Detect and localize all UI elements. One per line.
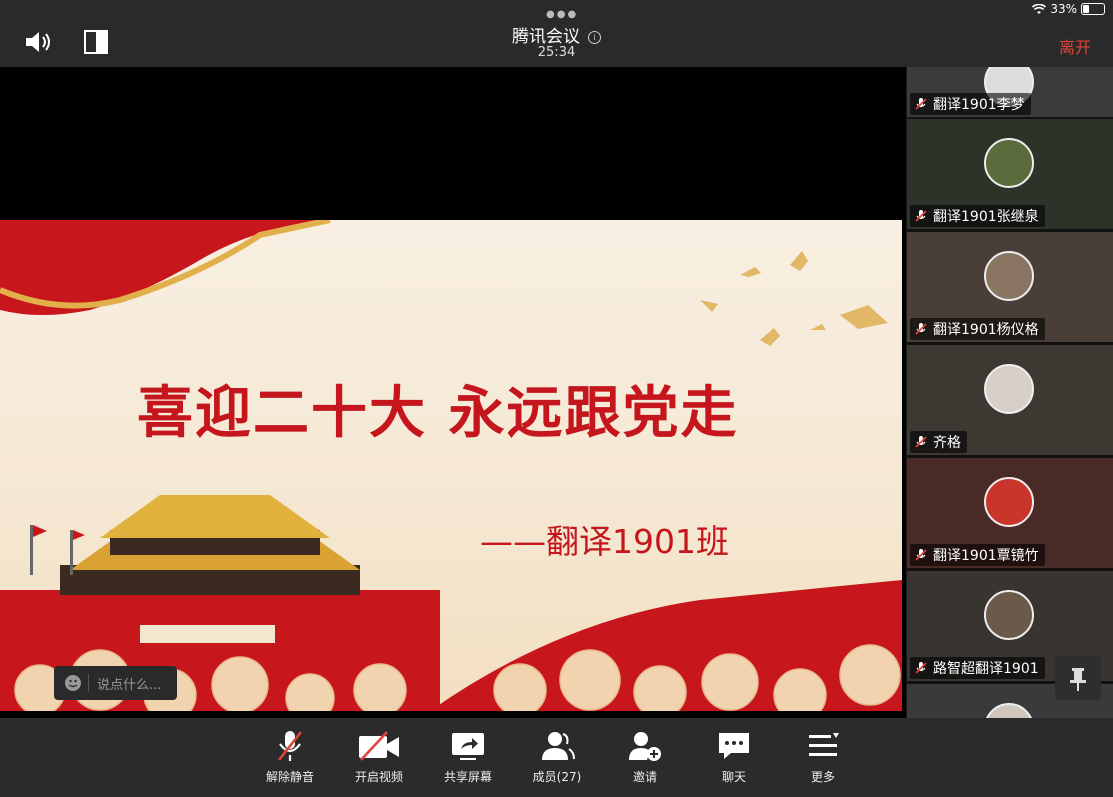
participant-name: 翻译1901杨仪格	[933, 322, 1039, 338]
slide-heading: 喜迎二十大 永远跟党走	[137, 381, 739, 446]
members-label: 成员(27)	[532, 770, 582, 784]
participant-list[interactable]: 翻译1901李梦 翻译1901张继泉 翻译1901杨仪格 齐格 翻译1901覃镜…	[907, 67, 1113, 718]
participant-name: 翻译1901覃镜竹	[933, 548, 1039, 564]
avatar	[984, 251, 1034, 301]
bottom-toolbar: 解除静音 开启视频 共享屏幕 成员(27) 邀请 聊天 更多	[0, 718, 1113, 797]
chat-button[interactable]: 聊天	[694, 728, 774, 785]
more-label: 更多	[810, 770, 835, 784]
participant-label: 齐格	[910, 431, 967, 453]
slide-subtitle: ——翻译1901班	[480, 522, 729, 561]
wifi-icon	[1032, 3, 1047, 14]
unmute-button[interactable]: 解除静音	[250, 728, 330, 785]
participant-name: 齐格	[933, 435, 961, 451]
more-button[interactable]: 更多	[783, 728, 863, 785]
emoji-icon[interactable]	[64, 674, 82, 692]
invite-icon	[629, 732, 661, 761]
participant-name: 翻译1901李梦	[933, 97, 1025, 113]
more-menu-icon	[809, 733, 839, 756]
battery-icon	[1081, 3, 1105, 15]
pin-button[interactable]	[1055, 656, 1101, 700]
participant-tile[interactable]: 翻译1901覃镜竹	[907, 458, 1113, 568]
meeting-timer: 25:34	[537, 45, 576, 60]
avatar	[984, 138, 1034, 188]
chat-label: 聊天	[721, 770, 746, 784]
chat-icon	[719, 733, 749, 759]
participant-tile[interactable]: 齐格	[907, 345, 1113, 455]
muted-mic-icon	[277, 731, 303, 761]
participant-tile[interactable]: 翻译1901李梦	[907, 67, 1113, 117]
members-icon	[542, 732, 575, 760]
start-video-button[interactable]: 开启视频	[339, 728, 419, 785]
muted-mic-icon	[915, 210, 927, 222]
muted-mic-icon	[915, 436, 927, 448]
chat-placeholder: 说点什么...	[97, 677, 162, 693]
invite-label: 邀请	[632, 770, 657, 784]
participant-label: 翻译1901杨仪格	[910, 318, 1045, 340]
video-off-icon	[359, 731, 399, 761]
participant-label: 翻译1901张继泉	[910, 205, 1045, 227]
leave-button[interactable]: 离开	[1059, 34, 1091, 58]
divider	[88, 674, 89, 692]
muted-mic-icon	[915, 549, 927, 561]
share-screen-button[interactable]: 共享屏幕	[428, 728, 508, 785]
meeting-title-text: 腾讯会议	[512, 27, 580, 47]
slide-background-art	[0, 220, 902, 711]
avatar	[984, 364, 1034, 414]
battery-percent: 33%	[1050, 2, 1077, 16]
share-screen-icon	[452, 733, 484, 760]
start-video-label: 开启视频	[354, 770, 403, 784]
share-screen-label: 共享屏幕	[443, 770, 492, 784]
muted-mic-icon	[915, 662, 927, 674]
invite-button[interactable]: 邀请	[605, 728, 685, 785]
muted-mic-icon	[915, 323, 927, 335]
chat-input[interactable]: 说点什么...	[54, 666, 177, 700]
muted-mic-icon	[915, 98, 927, 110]
shared-screen-area: 喜迎二十大 永远跟党走 ——翻译1901班	[0, 67, 906, 718]
meeting-title: 腾讯会议 i	[0, 22, 1113, 47]
avatar	[984, 590, 1034, 640]
participant-name: 路智超翻译1901	[933, 661, 1039, 677]
participant-label: 路智超翻译1901	[910, 657, 1045, 679]
members-button[interactable]: 成员(27)	[517, 728, 597, 785]
participant-tile[interactable]: 翻译1901张继泉	[907, 119, 1113, 229]
unmute-label: 解除静音	[265, 770, 314, 784]
pin-icon	[1070, 668, 1086, 691]
status-bar: 33%	[1032, 2, 1105, 16]
avatar	[984, 703, 1034, 718]
drag-handle-icon[interactable]: ●●●	[546, 9, 578, 20]
avatar	[984, 477, 1034, 527]
info-icon[interactable]: i	[588, 30, 601, 44]
participant-label: 翻译1901李梦	[910, 93, 1031, 115]
participant-label: 翻译1901覃镜竹	[910, 544, 1045, 566]
participant-name: 翻译1901张继泉	[933, 209, 1039, 225]
shared-slide: 喜迎二十大 永远跟党走 ——翻译1901班	[0, 220, 902, 711]
participant-tile[interactable]: 翻译1901杨仪格	[907, 232, 1113, 342]
top-bar: ●●● 33% 腾讯会议 i 25:34 离开	[0, 0, 1113, 67]
